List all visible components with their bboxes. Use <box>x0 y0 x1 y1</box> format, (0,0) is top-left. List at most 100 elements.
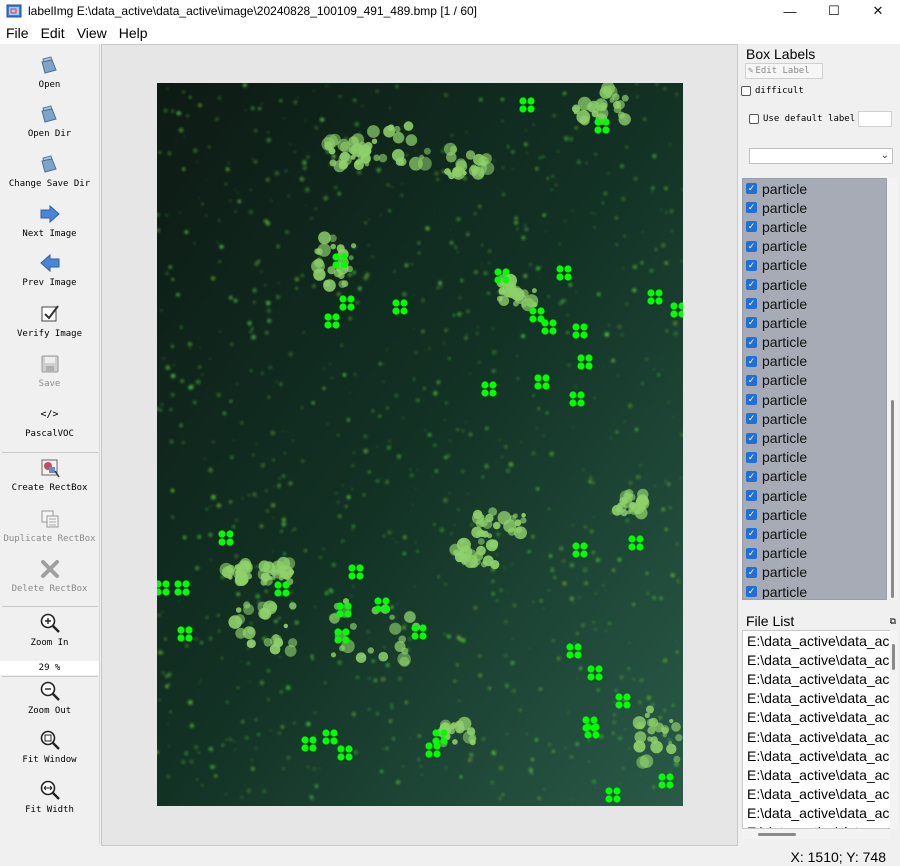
annotation-handle[interactable] <box>534 374 542 382</box>
checked-icon[interactable]: ✓ <box>746 394 757 406</box>
annotation-handle[interactable] <box>336 602 344 610</box>
annotation-handle[interactable] <box>556 265 564 273</box>
annotation-handle[interactable] <box>322 729 330 737</box>
minimize-button[interactable]: — <box>768 0 812 22</box>
annotation-handle[interactable] <box>537 307 545 315</box>
annotation-handle[interactable] <box>494 276 502 284</box>
annotation-handle[interactable] <box>347 303 355 311</box>
create-rectbox-button[interactable]: Create RectBox <box>0 457 99 493</box>
annotation-handle[interactable] <box>572 550 580 558</box>
annotation-handle[interactable] <box>628 535 636 543</box>
annotation-handle[interactable] <box>647 297 655 305</box>
checked-icon[interactable]: ✓ <box>746 528 757 540</box>
scrollbar-thumb[interactable] <box>892 644 895 670</box>
annotation-handle[interactable] <box>337 753 345 761</box>
annotation-handle[interactable] <box>584 731 592 739</box>
annotation-handle[interactable] <box>411 624 419 632</box>
verify-image-button[interactable]: Verify Image <box>0 303 99 339</box>
checked-icon[interactable]: ✓ <box>746 566 757 578</box>
menu-view[interactable]: View <box>71 25 113 41</box>
annotation-handle[interactable] <box>182 580 190 588</box>
annotation-handle[interactable] <box>615 701 623 709</box>
annotation-handle[interactable] <box>623 693 631 701</box>
annotation-handle[interactable] <box>440 729 448 737</box>
checked-icon[interactable]: ✓ <box>746 279 757 291</box>
annotation-handle[interactable] <box>344 602 352 610</box>
annotation-handle[interactable] <box>382 597 390 605</box>
label-list-item[interactable]: ✓ particle <box>743 486 886 505</box>
annotation-handle[interactable] <box>605 787 613 795</box>
close-button[interactable]: ✕ <box>856 0 900 22</box>
annotation-handle[interactable] <box>274 589 282 597</box>
annotation-handle[interactable] <box>382 605 390 613</box>
annotation-handle[interactable] <box>182 588 190 596</box>
annotation-handle[interactable] <box>587 673 595 681</box>
zoom-spinbox[interactable]: 29 % <box>0 661 99 675</box>
annotation-handle[interactable] <box>587 665 595 673</box>
file-list-item[interactable]: E:\data_active\data_ac <box>743 669 893 688</box>
annotation-handle[interactable] <box>580 323 588 331</box>
annotation-handle[interactable] <box>574 651 582 659</box>
annotation-handle[interactable] <box>602 118 610 126</box>
annotation-handle[interactable] <box>400 307 408 315</box>
annotation-handle[interactable] <box>580 331 588 339</box>
scrollbar-thumb[interactable] <box>891 400 894 598</box>
label-list-item[interactable]: ✓ particle <box>743 371 886 390</box>
delete-rectbox-button[interactable]: Delete RectBox <box>0 558 99 594</box>
annotation-handle[interactable] <box>356 564 364 572</box>
annotation-handle[interactable] <box>592 731 600 739</box>
annotation-handle[interactable] <box>374 605 382 613</box>
annotation-handle[interactable] <box>594 118 602 126</box>
checked-icon[interactable]: ✓ <box>746 221 757 233</box>
annotation-handle[interactable] <box>564 273 572 281</box>
annotation-handle[interactable] <box>574 643 582 651</box>
annotation-handle[interactable] <box>481 389 489 397</box>
annotation-handle[interactable] <box>569 399 577 407</box>
checked-icon[interactable]: ✓ <box>746 547 757 559</box>
checked-icon[interactable]: ✓ <box>746 259 757 271</box>
label-list-item[interactable]: ✓ particle <box>743 505 886 524</box>
annotation-handle[interactable] <box>419 624 427 632</box>
annotation-handle[interactable] <box>594 126 602 134</box>
checked-icon[interactable]: ✓ <box>746 451 757 463</box>
annotation-handle[interactable] <box>502 276 510 284</box>
annotation-handle[interactable] <box>330 729 338 737</box>
prev-image-button[interactable]: Prev Image <box>0 252 99 288</box>
annotation-handle[interactable] <box>332 321 340 329</box>
annotation-handle[interactable] <box>595 673 603 681</box>
annotation-handle[interactable] <box>218 530 226 538</box>
annotation-handle[interactable] <box>636 543 644 551</box>
label-list-item[interactable]: ✓ particle <box>743 409 886 428</box>
annotation-handle[interactable] <box>177 634 185 642</box>
checked-icon[interactable]: ✓ <box>746 509 757 521</box>
checkbox-box[interactable] <box>749 114 759 124</box>
checked-icon[interactable]: ✓ <box>746 240 757 252</box>
annotation-handle[interactable] <box>658 773 666 781</box>
annotation-handle[interactable] <box>613 795 621 803</box>
label-list-item[interactable]: ✓ particle <box>743 544 886 563</box>
annotation-handle[interactable] <box>334 636 342 644</box>
annotation-handle[interactable] <box>582 716 590 724</box>
checked-icon[interactable]: ✓ <box>746 336 757 348</box>
label-list-item[interactable]: ✓ particle <box>743 582 886 599</box>
annotation-handle[interactable] <box>336 610 344 618</box>
file-list-item[interactable]: E:\data_active\data_ac <box>743 785 893 804</box>
annotation-handle[interactable] <box>226 538 234 546</box>
annotation-handle[interactable] <box>339 303 347 311</box>
checked-icon[interactable]: ✓ <box>746 374 757 386</box>
maximize-button[interactable]: ☐ <box>812 0 856 22</box>
open-button[interactable]: Open <box>0 54 99 90</box>
scrollbar-thumb[interactable] <box>758 833 796 836</box>
annotation-handle[interactable] <box>613 787 621 795</box>
difficult-checkbox[interactable]: difficult <box>741 86 804 96</box>
annotation-handle[interactable] <box>348 564 356 572</box>
zoom-out-button[interactable]: Zoom Out <box>0 680 99 716</box>
label-list-item[interactable]: ✓ particle <box>743 524 886 543</box>
file-list-item[interactable]: E:\data_active\data_ac <box>743 689 893 708</box>
annotation-handle[interactable] <box>670 310 678 318</box>
annotation-handle[interactable] <box>549 319 557 327</box>
annotation-handle[interactable] <box>392 307 400 315</box>
annotation-handle[interactable] <box>433 742 441 750</box>
label-list-item[interactable]: ✓ particle <box>743 428 886 447</box>
image-canvas[interactable] <box>101 44 738 846</box>
